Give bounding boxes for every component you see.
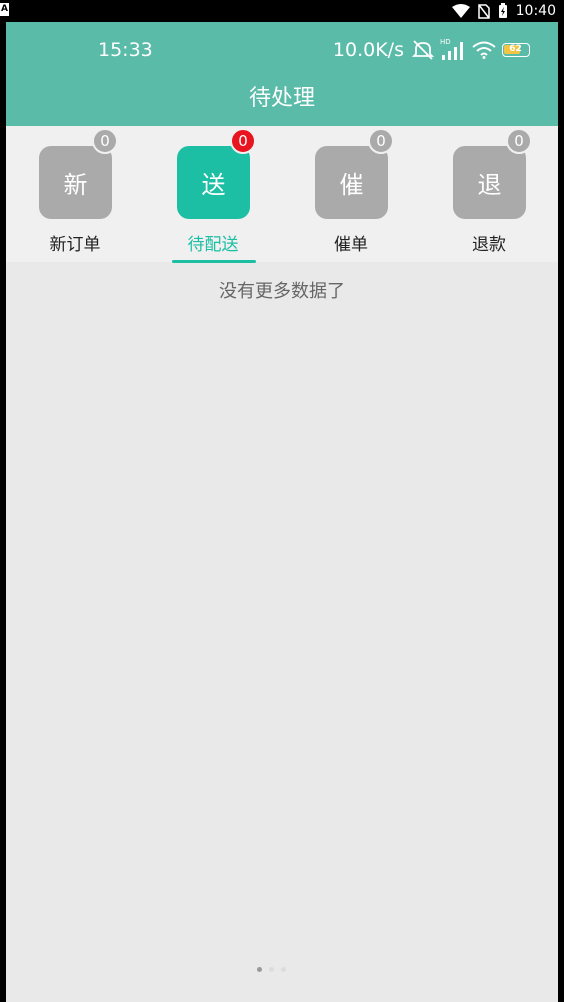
status-clock: 15:33 bbox=[98, 39, 153, 61]
no-sim-icon bbox=[477, 3, 490, 19]
tab-refunds[interactable]: 退 0 退款 bbox=[420, 126, 558, 262]
device-clock: 10:40 bbox=[515, 3, 556, 19]
tab-new-orders[interactable]: 新 0 新订单 bbox=[6, 126, 144, 262]
battery-level: 62 bbox=[509, 44, 522, 54]
mute-icon bbox=[412, 40, 434, 60]
empty-list-message: 没有更多数据了 bbox=[219, 281, 345, 302]
signal-indicator: HD bbox=[440, 38, 466, 61]
tab-active-indicator bbox=[172, 260, 256, 263]
device-status-bar: A 10:40 bbox=[0, 0, 564, 22]
wifi-icon bbox=[451, 4, 470, 18]
page-dot bbox=[257, 967, 262, 972]
tab-reminders[interactable]: 催 0 催单 bbox=[282, 126, 420, 262]
page-title: 待处理 bbox=[248, 86, 315, 111]
signal-bars-icon bbox=[442, 42, 463, 60]
tab-pending-delivery[interactable]: 送 0 待配送 bbox=[144, 126, 282, 263]
status-icons: 10.0K/s HD 62 bbox=[333, 37, 530, 63]
device-status-icons: 10:40 bbox=[451, 1, 556, 21]
app-screen: 15:33 10.0K/s HD 62 待处理 新 0 新订单 送 0 待配送 … bbox=[6, 22, 558, 1002]
tab-badge: 0 bbox=[230, 128, 256, 154]
tab-icon: 送 bbox=[177, 146, 250, 219]
tab-label: 退款 bbox=[472, 235, 506, 255]
tab-label: 待配送 bbox=[187, 235, 239, 255]
tab-badge: 0 bbox=[506, 128, 532, 154]
battery-charging-icon bbox=[498, 3, 507, 18]
tab-label: 催单 bbox=[334, 235, 368, 255]
wifi-icon bbox=[472, 41, 496, 59]
tab-badge: 0 bbox=[92, 128, 118, 154]
tab-icon: 催 bbox=[315, 146, 388, 219]
tab-icon: 退 bbox=[453, 146, 526, 219]
tab-badge: 0 bbox=[368, 128, 394, 154]
page-indicator bbox=[257, 967, 286, 972]
order-tabs: 新 0 新订单 送 0 待配送 催 0 催单 退 0 退款 bbox=[6, 126, 558, 263]
page-dot bbox=[269, 967, 274, 972]
app-header: 15:33 10.0K/s HD 62 待处理 bbox=[6, 22, 558, 126]
page-dot bbox=[281, 967, 286, 972]
network-speed: 10.0K/s bbox=[332, 39, 404, 61]
notification-a-icon: A bbox=[0, 3, 9, 16]
battery-indicator: 62 bbox=[502, 43, 530, 57]
tab-label: 新订单 bbox=[49, 235, 101, 255]
tab-icon: 新 bbox=[39, 146, 112, 219]
